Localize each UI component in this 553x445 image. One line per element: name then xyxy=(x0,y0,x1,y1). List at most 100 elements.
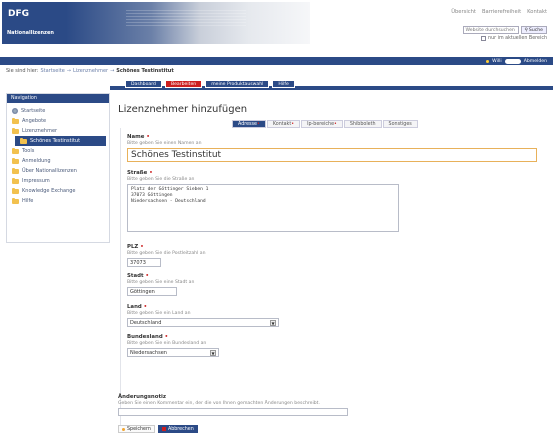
sidebar-item-ueber-nationallizenzen[interactable]: Über Nationallizenzen xyxy=(7,166,109,176)
tab-dashboard[interactable]: Dashboard xyxy=(125,80,162,88)
required-marker: • xyxy=(146,134,150,140)
land-select[interactable]: Deutschland ▼ xyxy=(127,318,279,327)
plz-label: PLZ • xyxy=(127,244,144,250)
sidebar-item-label: Über Nationallizenzen xyxy=(22,168,77,174)
breadcrumb-home[interactable]: Startseite xyxy=(40,68,64,74)
topnav-overview-link[interactable]: Übersicht xyxy=(451,9,476,15)
search-scope-checkbox[interactable] xyxy=(481,36,487,41)
save-icon xyxy=(122,427,125,431)
tab-label: Kontakt xyxy=(272,122,292,127)
search-input[interactable]: Website durchsuchen xyxy=(462,26,519,34)
name-label: Name • xyxy=(127,134,150,140)
top-navigation: Übersicht Barrierefreiheit Kontakt xyxy=(451,9,547,15)
bundesland-label-text: Bundesland xyxy=(127,334,163,340)
tab-hilfe[interactable]: Hilfe xyxy=(272,80,295,88)
user-controls: Willi Abmelden xyxy=(486,57,547,65)
required-marker: • xyxy=(257,122,260,127)
logo-subtitle: Nationallizenzen xyxy=(7,30,54,36)
tab-label: Shibboleth xyxy=(349,122,376,127)
sidebar: Navigation Startseite Angebote Lizenzneh… xyxy=(6,93,110,243)
required-marker: • xyxy=(149,170,153,176)
bundesland-select[interactable]: Niedersachsen ▼ xyxy=(127,348,219,357)
form-buttons: Speichern Abbrechen xyxy=(118,425,198,433)
required-marker: • xyxy=(291,122,295,127)
user-name: Willi xyxy=(492,58,502,64)
sidebar-item-label: Tools xyxy=(22,148,35,154)
search-icon: ⚲ xyxy=(524,27,528,33)
bundesland-hint: Bitte geben Sie ein Bundesland an xyxy=(127,341,207,346)
action-tabs: Dashboard Bearbeiten meine Produktauswah… xyxy=(125,80,295,88)
sidebar-item-label: Impressum xyxy=(22,178,50,184)
stadt-input[interactable]: Göttingen xyxy=(127,287,177,296)
address-form: Name • Bitte geben Sie einen Namen an Sc… xyxy=(120,128,550,428)
sidebar-item-startseite[interactable]: Startseite xyxy=(7,106,109,116)
required-marker: • xyxy=(334,122,337,127)
dfg-logo[interactable]: DFG Nationallizenzen xyxy=(2,2,66,44)
land-hint: Bitte geben Sie ein Land an xyxy=(127,311,191,316)
close-icon xyxy=(161,427,166,431)
logout-link[interactable]: Abmelden xyxy=(524,59,547,64)
banner-graphic xyxy=(126,8,246,26)
form-tabs: Adresse• Kontakt• Ip-bereiche• Shibbolet… xyxy=(232,120,418,128)
topnav-accessibility-link[interactable]: Barrierefreiheit xyxy=(482,9,521,15)
sidebar-item-lizenznehmer[interactable]: Lizenznehmer xyxy=(7,126,109,136)
tab-ip-bereiche[interactable]: Ip-bereiche• xyxy=(301,120,343,128)
action-tabs-bar: Dashboard Bearbeiten meine Produktauswah… xyxy=(0,80,553,90)
topnav-contact-link[interactable]: Kontakt xyxy=(527,9,547,15)
folder-icon xyxy=(12,177,19,184)
save-button-label: Speichern xyxy=(127,426,151,432)
folder-icon xyxy=(12,197,19,204)
search-bar: Website durchsuchen ⚲ Suche xyxy=(462,26,547,34)
save-button[interactable]: Speichern xyxy=(118,425,155,433)
sidebar-item-schoenes-testinstitut[interactable]: Schönes Testinstitut xyxy=(15,136,106,146)
notiz-hint: Geben Sie einen Kommentar ein, der die v… xyxy=(118,401,320,406)
folder-icon xyxy=(12,127,19,134)
sidebar-item-label: Startseite xyxy=(21,108,46,114)
plz-input[interactable]: 37073 xyxy=(127,258,161,267)
sidebar-item-angebote[interactable]: Angebote xyxy=(7,116,109,126)
breadcrumb-prefix: Sie sind hier: xyxy=(6,68,39,74)
land-label-text: Land xyxy=(127,304,142,310)
page-title: Lizenznehmer hinzufügen xyxy=(118,104,248,115)
tab-adresse[interactable]: Adresse• xyxy=(232,120,266,128)
tab-label: Sonstiges xyxy=(388,122,412,127)
header-banner xyxy=(66,2,310,44)
breadcrumb-current: Schönes Testinstitut xyxy=(116,68,174,74)
sidebar-item-hilfe[interactable]: Hilfe xyxy=(7,196,109,206)
tab-kontakt[interactable]: Kontakt• xyxy=(266,120,301,128)
cancel-button[interactable]: Abbrechen xyxy=(157,425,198,433)
sidebar-item-impressum[interactable]: Impressum xyxy=(7,176,109,186)
name-hint: Bitte geben Sie einen Namen an xyxy=(127,141,202,146)
breadcrumb-lizenznehmer[interactable]: Lizenznehmer xyxy=(73,68,108,74)
strasse-hint: Bitte geben Sie die Straße an xyxy=(127,177,195,182)
land-selected-value: Deutschland xyxy=(130,319,162,326)
bundesland-label: Bundesland • xyxy=(127,334,168,340)
strasse-label-text: Straße xyxy=(127,170,148,176)
tab-sonstiges[interactable]: Sonstiges xyxy=(382,120,418,128)
search-button[interactable]: ⚲ Suche xyxy=(520,26,547,34)
required-marker: • xyxy=(164,334,169,340)
name-input[interactable]: Schönes Testinstitut xyxy=(127,148,537,162)
user-name-chip xyxy=(504,58,521,64)
tab-produktauswahl[interactable]: meine Produktauswahl xyxy=(205,80,270,88)
folder-icon xyxy=(12,157,19,164)
tab-bearbeiten[interactable]: Bearbeiten xyxy=(164,80,203,88)
breadcrumb-separator: → xyxy=(66,68,71,74)
sidebar-item-label: Hilfe xyxy=(22,198,34,204)
sidebar-item-knowledge-exchange[interactable]: Knowledge Exchange xyxy=(7,186,109,196)
sidebar-item-anmeldung[interactable]: Anmeldung xyxy=(7,156,109,166)
sidebar-item-label: Knowledge Exchange xyxy=(22,188,76,194)
folder-icon xyxy=(12,117,19,124)
tab-shibboleth[interactable]: Shibboleth xyxy=(343,120,382,128)
sidebar-item-tools[interactable]: Tools xyxy=(7,146,109,156)
folder-icon xyxy=(12,187,19,194)
breadcrumb: Sie sind hier: Startseite → Lizenznehmer… xyxy=(6,68,174,74)
strasse-textarea[interactable]: Platz der Göttinger Sieben 1 37073 Götti… xyxy=(127,184,399,232)
breadcrumb-separator: → xyxy=(110,68,115,74)
tab-label: Adresse xyxy=(238,122,258,127)
chevron-down-icon: ▼ xyxy=(270,319,276,326)
tab-label: Ip-bereiche xyxy=(307,122,335,127)
notiz-input[interactable] xyxy=(118,408,348,416)
stadt-label-text: Stadt xyxy=(127,273,144,279)
folder-icon xyxy=(12,147,19,154)
